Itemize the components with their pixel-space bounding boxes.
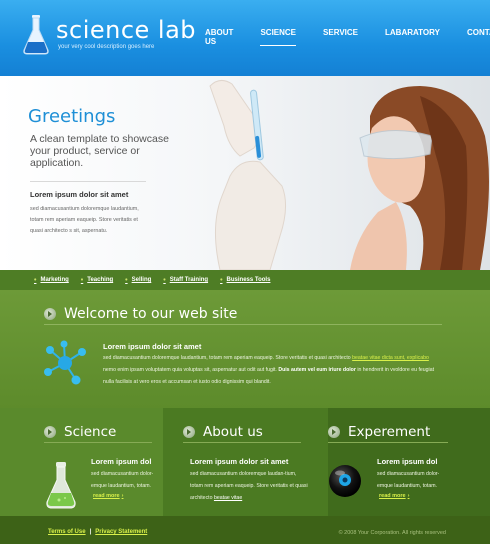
experiment-heading: Lorem ipsum dol (377, 457, 438, 466)
read-more-label: read more (379, 493, 406, 499)
arrow-right-icon: › (121, 493, 124, 499)
science-title-row: Science (44, 424, 116, 440)
science-divider (44, 442, 152, 443)
welcome-title: Welcome to our web site (64, 306, 238, 322)
site-tagline: your very cool description goes here (58, 44, 155, 50)
nav-about-us[interactable]: ABOUT US (205, 28, 233, 46)
hero-subtitle: A clean template to showcase your produc… (30, 133, 169, 169)
science-text: sed diamacusantium dolor-emque laudantiu… (91, 471, 154, 489)
about-us-inline-link[interactable]: beatae vitae (214, 495, 242, 501)
about-us-divider (183, 442, 301, 443)
bullet-icon: • (125, 276, 128, 284)
experiment-divider (328, 442, 448, 443)
experiment-column: Experement Lorem ipsum dol sed diamacusa… (328, 408, 490, 516)
privacy-statement-link[interactable]: Privacy Statement (95, 529, 147, 535)
subnav-staff-training[interactable]: • Staff Training (163, 277, 208, 284)
footer: Terms of Use | Privacy Statement © 2008 Yo… (0, 516, 490, 544)
terms-of-use-link[interactable]: Terms of Use (48, 529, 86, 535)
bullet-icon: • (80, 276, 84, 284)
welcome-text-part: sed diamacusantium doloremque laudantium… (103, 355, 353, 361)
site-logo-text[interactable]: science lab (56, 16, 196, 44)
nav-science[interactable]: SCIENCE (260, 28, 297, 46)
about-us-title: About us (203, 424, 263, 440)
science-read-more-link[interactable]: read more › (93, 493, 123, 499)
welcome-bold-text: Duis autem vel eum iriure dolor (278, 367, 356, 373)
bullet-icon: • (163, 276, 166, 284)
play-bullet-icon (328, 426, 340, 438)
secondary-nav: • Marketing • Teaching • Selling • Staff Tra… (0, 270, 490, 290)
subnav-label: Selling (131, 277, 152, 283)
bullet-icon: • (34, 276, 37, 284)
experiment-read-more-link[interactable]: read more › (379, 493, 409, 499)
science-heading: Lorem ipsum dol (91, 457, 152, 466)
hero-heading: Lorem ipsum dolor sit amet (30, 190, 129, 199)
subnav-label: Staff Training (169, 277, 209, 283)
hero-divider (30, 181, 146, 182)
welcome-title-row: Welcome to our web site (44, 306, 237, 322)
welcome-section: Welcome to our web site Lorem ipsum dolo… (0, 290, 490, 408)
about-us-column: About us Lorem ipsum dolor sit amet sed … (163, 408, 328, 516)
subnav-label: Business Tools (226, 277, 271, 283)
subnav-marketing[interactable]: • Marketing (34, 277, 69, 284)
welcome-inline-link[interactable]: beatae vitae dicta sunt, explicabo (352, 355, 429, 361)
header: science lab your very cool description g… (0, 0, 490, 76)
play-bullet-icon (44, 308, 56, 320)
about-us-heading: Lorem ipsum dolor sit amet (190, 457, 289, 466)
about-us-title-row: About us (183, 424, 263, 440)
scientist-photo (209, 80, 489, 270)
footer-separator: | (89, 529, 92, 535)
hero-title: Greetings (28, 106, 116, 127)
read-more-label: read more (93, 493, 120, 499)
flask-icon (46, 462, 76, 509)
subnav-teaching[interactable]: • Teaching (81, 277, 113, 284)
play-bullet-icon (44, 426, 56, 438)
nav-service[interactable]: SERVICE (323, 28, 358, 46)
arrow-right-icon: › (407, 493, 410, 499)
subnav-selling[interactable]: • Selling (125, 277, 151, 284)
sphere-icon (329, 465, 361, 497)
welcome-text: sed diamacusantium doloremque laudantium… (103, 352, 443, 388)
science-column: Science Lorem ipsum dol sed diamacusanti… (0, 408, 163, 516)
nav-laboratory[interactable]: LABARATORY (385, 28, 440, 46)
experiment-title: Experement (348, 424, 431, 440)
welcome-heading: Lorem ipsum dolor sit amet (103, 342, 202, 351)
about-us-text-part: sed diamacusantium doloremque laudan-tiu… (190, 471, 308, 501)
hero-text: sed diamacusantium doloremque laudantium… (30, 206, 139, 234)
main-nav: ABOUT US SCIENCE SERVICE LABARATORY CONT… (205, 28, 490, 46)
subnav-label: Marketing (40, 277, 69, 283)
flask-logo-icon (23, 15, 49, 55)
welcome-text-part: nemo enim ipsam voluptatem quia voluptas… (103, 367, 279, 373)
science-title: Science (64, 424, 117, 440)
about-us-text: sed diamacusantium doloremque laudan-tiu… (190, 468, 308, 504)
experiment-text: sed diamacusantium dolor-emque laudantiu… (377, 471, 440, 489)
welcome-divider (44, 324, 442, 325)
footer-links: Terms of Use | Privacy Statement (48, 529, 147, 535)
nav-contacts[interactable]: CONTACTS (467, 28, 490, 46)
experiment-title-row: Experement (328, 424, 430, 440)
bullet-icon: • (220, 276, 223, 284)
molecule-icon (44, 340, 86, 385)
subnav-business-tools[interactable]: • Business Tools (220, 277, 270, 284)
play-bullet-icon (183, 426, 195, 438)
hero-banner: Greetings A clean template to showcase y… (0, 76, 490, 270)
subnav-label: Teaching (87, 277, 114, 283)
copyright-text: © 2008 Your Corporation. All rights rese… (338, 530, 446, 536)
